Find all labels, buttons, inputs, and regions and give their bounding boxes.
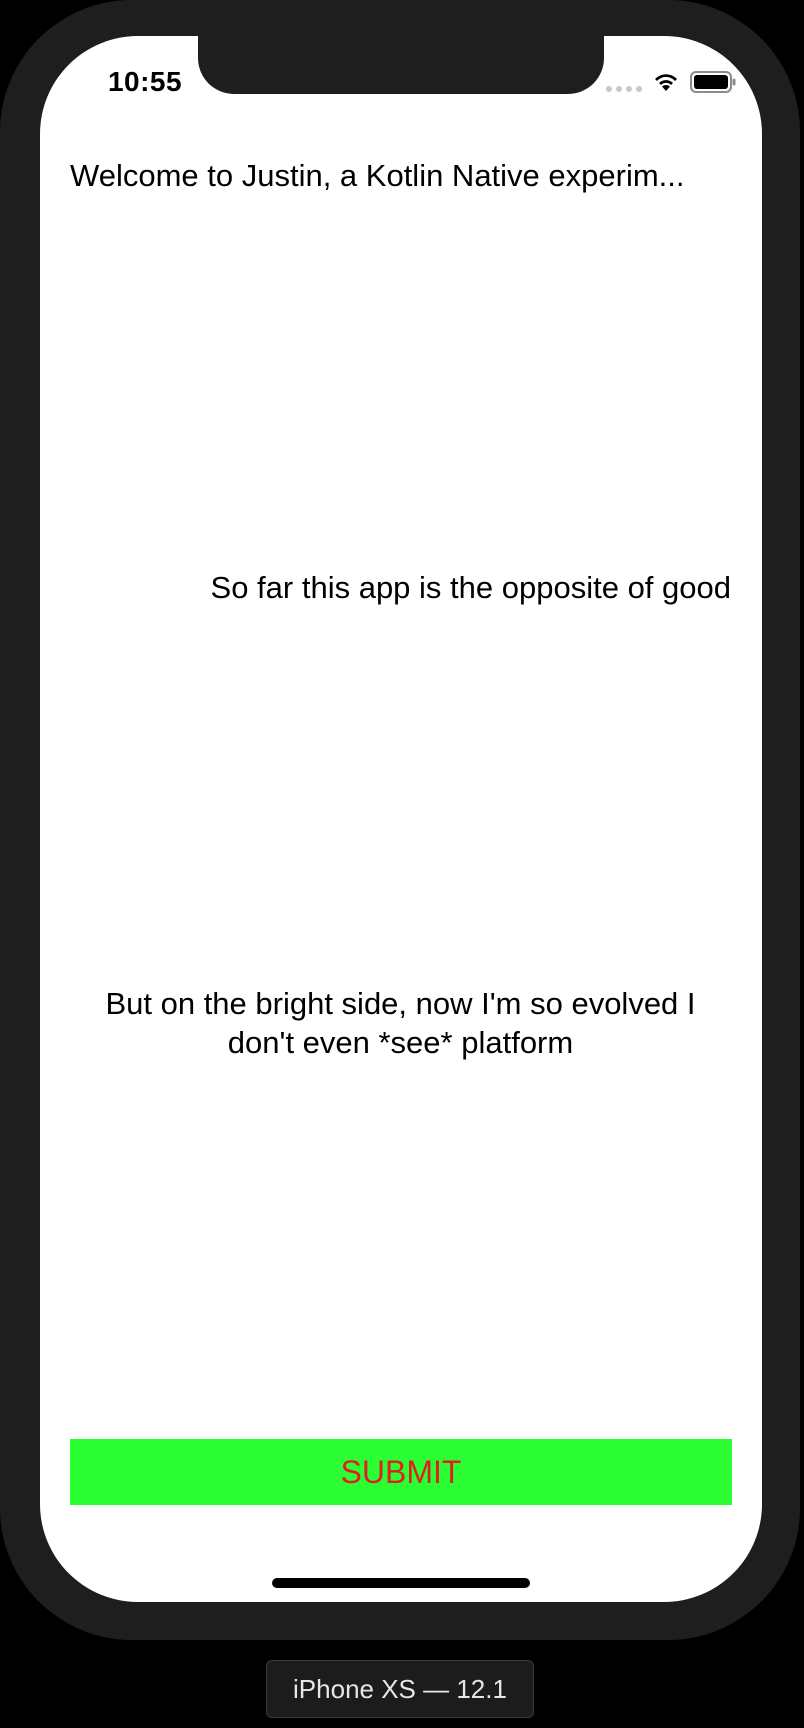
device-screen: 10:55 Welcome to Justin, a Kotlin Native…: [40, 36, 762, 1602]
notch: [198, 36, 604, 94]
submit-button[interactable]: SUBMIT: [70, 1439, 732, 1505]
home-indicator[interactable]: [272, 1578, 530, 1588]
battery-icon: [690, 71, 736, 93]
bright-side-label: But on the bright side, now I'm so evolv…: [105, 986, 696, 1060]
status-icons: [606, 68, 736, 96]
welcome-label: Welcome to Justin, a Kotlin Native exper…: [70, 158, 685, 193]
simulator-device-label: iPhone XS — 12.1: [266, 1660, 534, 1718]
status-time: 10:55: [107, 66, 183, 97]
status-message-label: So far this app is the opposite of good: [210, 570, 731, 605]
simulator-stage: 10:55 Welcome to Justin, a Kotlin Native…: [0, 0, 804, 1728]
cellular-signal-icon: [606, 72, 642, 92]
device-frame: 10:55 Welcome to Justin, a Kotlin Native…: [0, 0, 800, 1640]
wifi-icon: [652, 71, 680, 93]
